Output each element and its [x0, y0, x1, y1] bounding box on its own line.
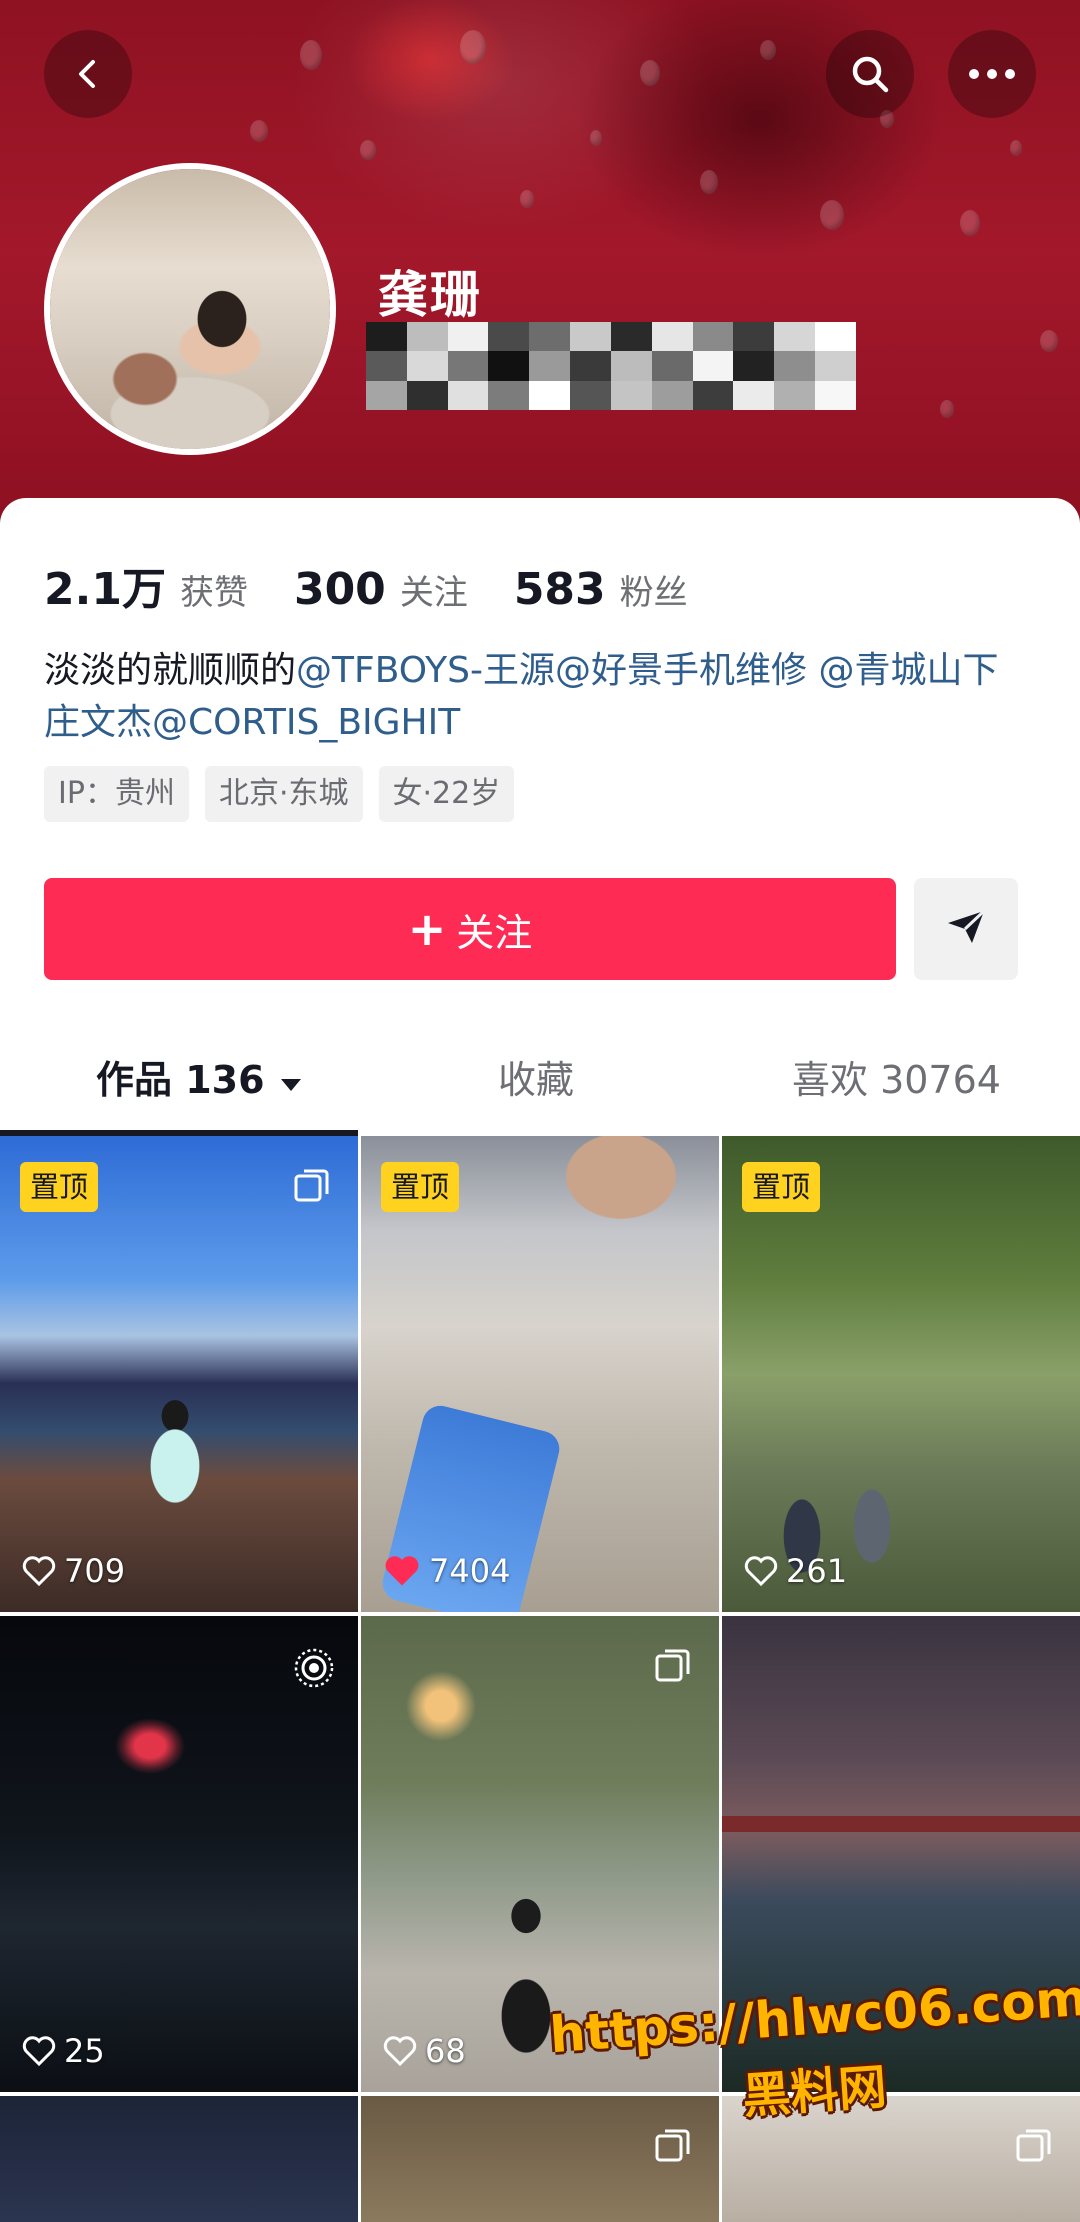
video-thumbnail[interactable]	[0, 2096, 358, 2222]
more-icon	[968, 68, 1016, 80]
pinned-badge: 置顶	[742, 1162, 821, 1212]
heart-icon	[22, 1556, 56, 1586]
stat-followers-label: 粉丝	[619, 573, 688, 613]
profile-name: 龚珊	[378, 266, 482, 324]
image-set-icon	[653, 1646, 693, 1686]
person-figure	[120, 1376, 230, 1596]
like-count-value: 25	[64, 2032, 105, 2070]
like-count: 25	[22, 2032, 105, 2070]
profile-tabs: 作品 136 收藏 喜欢 30764	[0, 1040, 1080, 1136]
tag-location: 北京·东城	[204, 766, 363, 822]
search-icon	[848, 52, 892, 96]
like-count-value: 709	[64, 1552, 126, 1590]
profile-bio: 淡淡的就顺顺的@TFBOYS-王源@好景手机维修 @青城山下庄文杰@CORTIS…	[44, 645, 1034, 749]
bridge-deck	[722, 1816, 1080, 1832]
like-count-value: 7404	[429, 1552, 511, 1590]
mention-link[interactable]: @CORTIS_BIGHIT	[152, 702, 460, 743]
share-button[interactable]	[914, 878, 1018, 980]
search-button[interactable]	[826, 30, 914, 118]
pinned-badge: 置顶	[381, 1162, 460, 1212]
stat-following-label: 关注	[399, 573, 468, 613]
plus-icon: +	[407, 902, 447, 956]
image-set-icon	[292, 1166, 332, 1206]
stat-followers-value: 583	[513, 564, 606, 615]
video-thumbnail[interactable]: 置顶 261	[722, 1136, 1080, 1612]
stat-likes-value: 2.1万	[44, 564, 166, 615]
video-thumbnail[interactable]: 置顶 7404	[361, 1136, 719, 1612]
like-count-value: 68	[425, 2032, 466, 2070]
like-count: 261	[744, 1552, 847, 1590]
like-count: 709	[22, 1552, 125, 1590]
heart-icon	[744, 1556, 778, 1586]
mosaic-redaction	[366, 322, 856, 410]
back-button[interactable]	[44, 30, 132, 118]
tab-works-label: 作品 136	[96, 1058, 265, 1102]
profile-stats: 2.1万 获赞 300 关注 583 粉丝	[44, 553, 734, 615]
stat-following-value: 300	[293, 564, 386, 615]
send-icon	[946, 909, 986, 949]
tag-gender-age: 女·22岁	[378, 766, 515, 822]
caret-down-icon	[279, 1040, 303, 1120]
avatar[interactable]	[44, 163, 336, 455]
stat-likes-label: 获赞	[179, 573, 248, 613]
profile-banner: 龚珊	[0, 0, 1080, 560]
follow-button[interactable]: + 关注	[44, 878, 896, 980]
heart-icon	[383, 2036, 417, 2066]
elder-face	[511, 1136, 719, 1286]
profile-tags: IP：贵州 北京·东城 女·22岁	[44, 766, 530, 822]
mention-link[interactable]: @好景手机维修	[555, 650, 818, 691]
video-thumbnail[interactable]: 25	[0, 1616, 358, 2092]
more-button[interactable]	[948, 30, 1036, 118]
tab-works[interactable]: 作品 136	[96, 1040, 303, 1120]
image-set-icon	[1014, 2126, 1054, 2166]
mention-link[interactable]: @TFBOYS-王源	[296, 650, 555, 691]
stat-likes[interactable]: 2.1万 获赞	[44, 553, 248, 617]
like-count: 68	[383, 2032, 466, 2070]
like-count-value: 261	[786, 1552, 848, 1590]
bio-text: 淡淡的就顺顺的	[44, 650, 297, 691]
like-count: 7404	[383, 1552, 510, 1590]
video-thumbnail[interactable]: 置顶 709	[0, 1136, 358, 1612]
chevron-left-icon	[72, 58, 104, 90]
live-photo-icon	[292, 1646, 334, 1688]
follow-label: 关注	[456, 910, 533, 955]
avatar-image	[50, 169, 330, 449]
stat-following[interactable]: 300 关注	[294, 564, 468, 615]
tab-favorites[interactable]: 收藏	[498, 1040, 574, 1120]
tab-likes[interactable]: 喜欢 30764	[792, 1040, 1001, 1120]
heart-filled-icon	[385, 1556, 419, 1586]
tag-ip: IP：贵州	[44, 766, 189, 822]
stat-followers[interactable]: 583 粉丝	[514, 564, 688, 615]
pinned-badge: 置顶	[20, 1162, 99, 1212]
heart-icon	[22, 2036, 56, 2066]
